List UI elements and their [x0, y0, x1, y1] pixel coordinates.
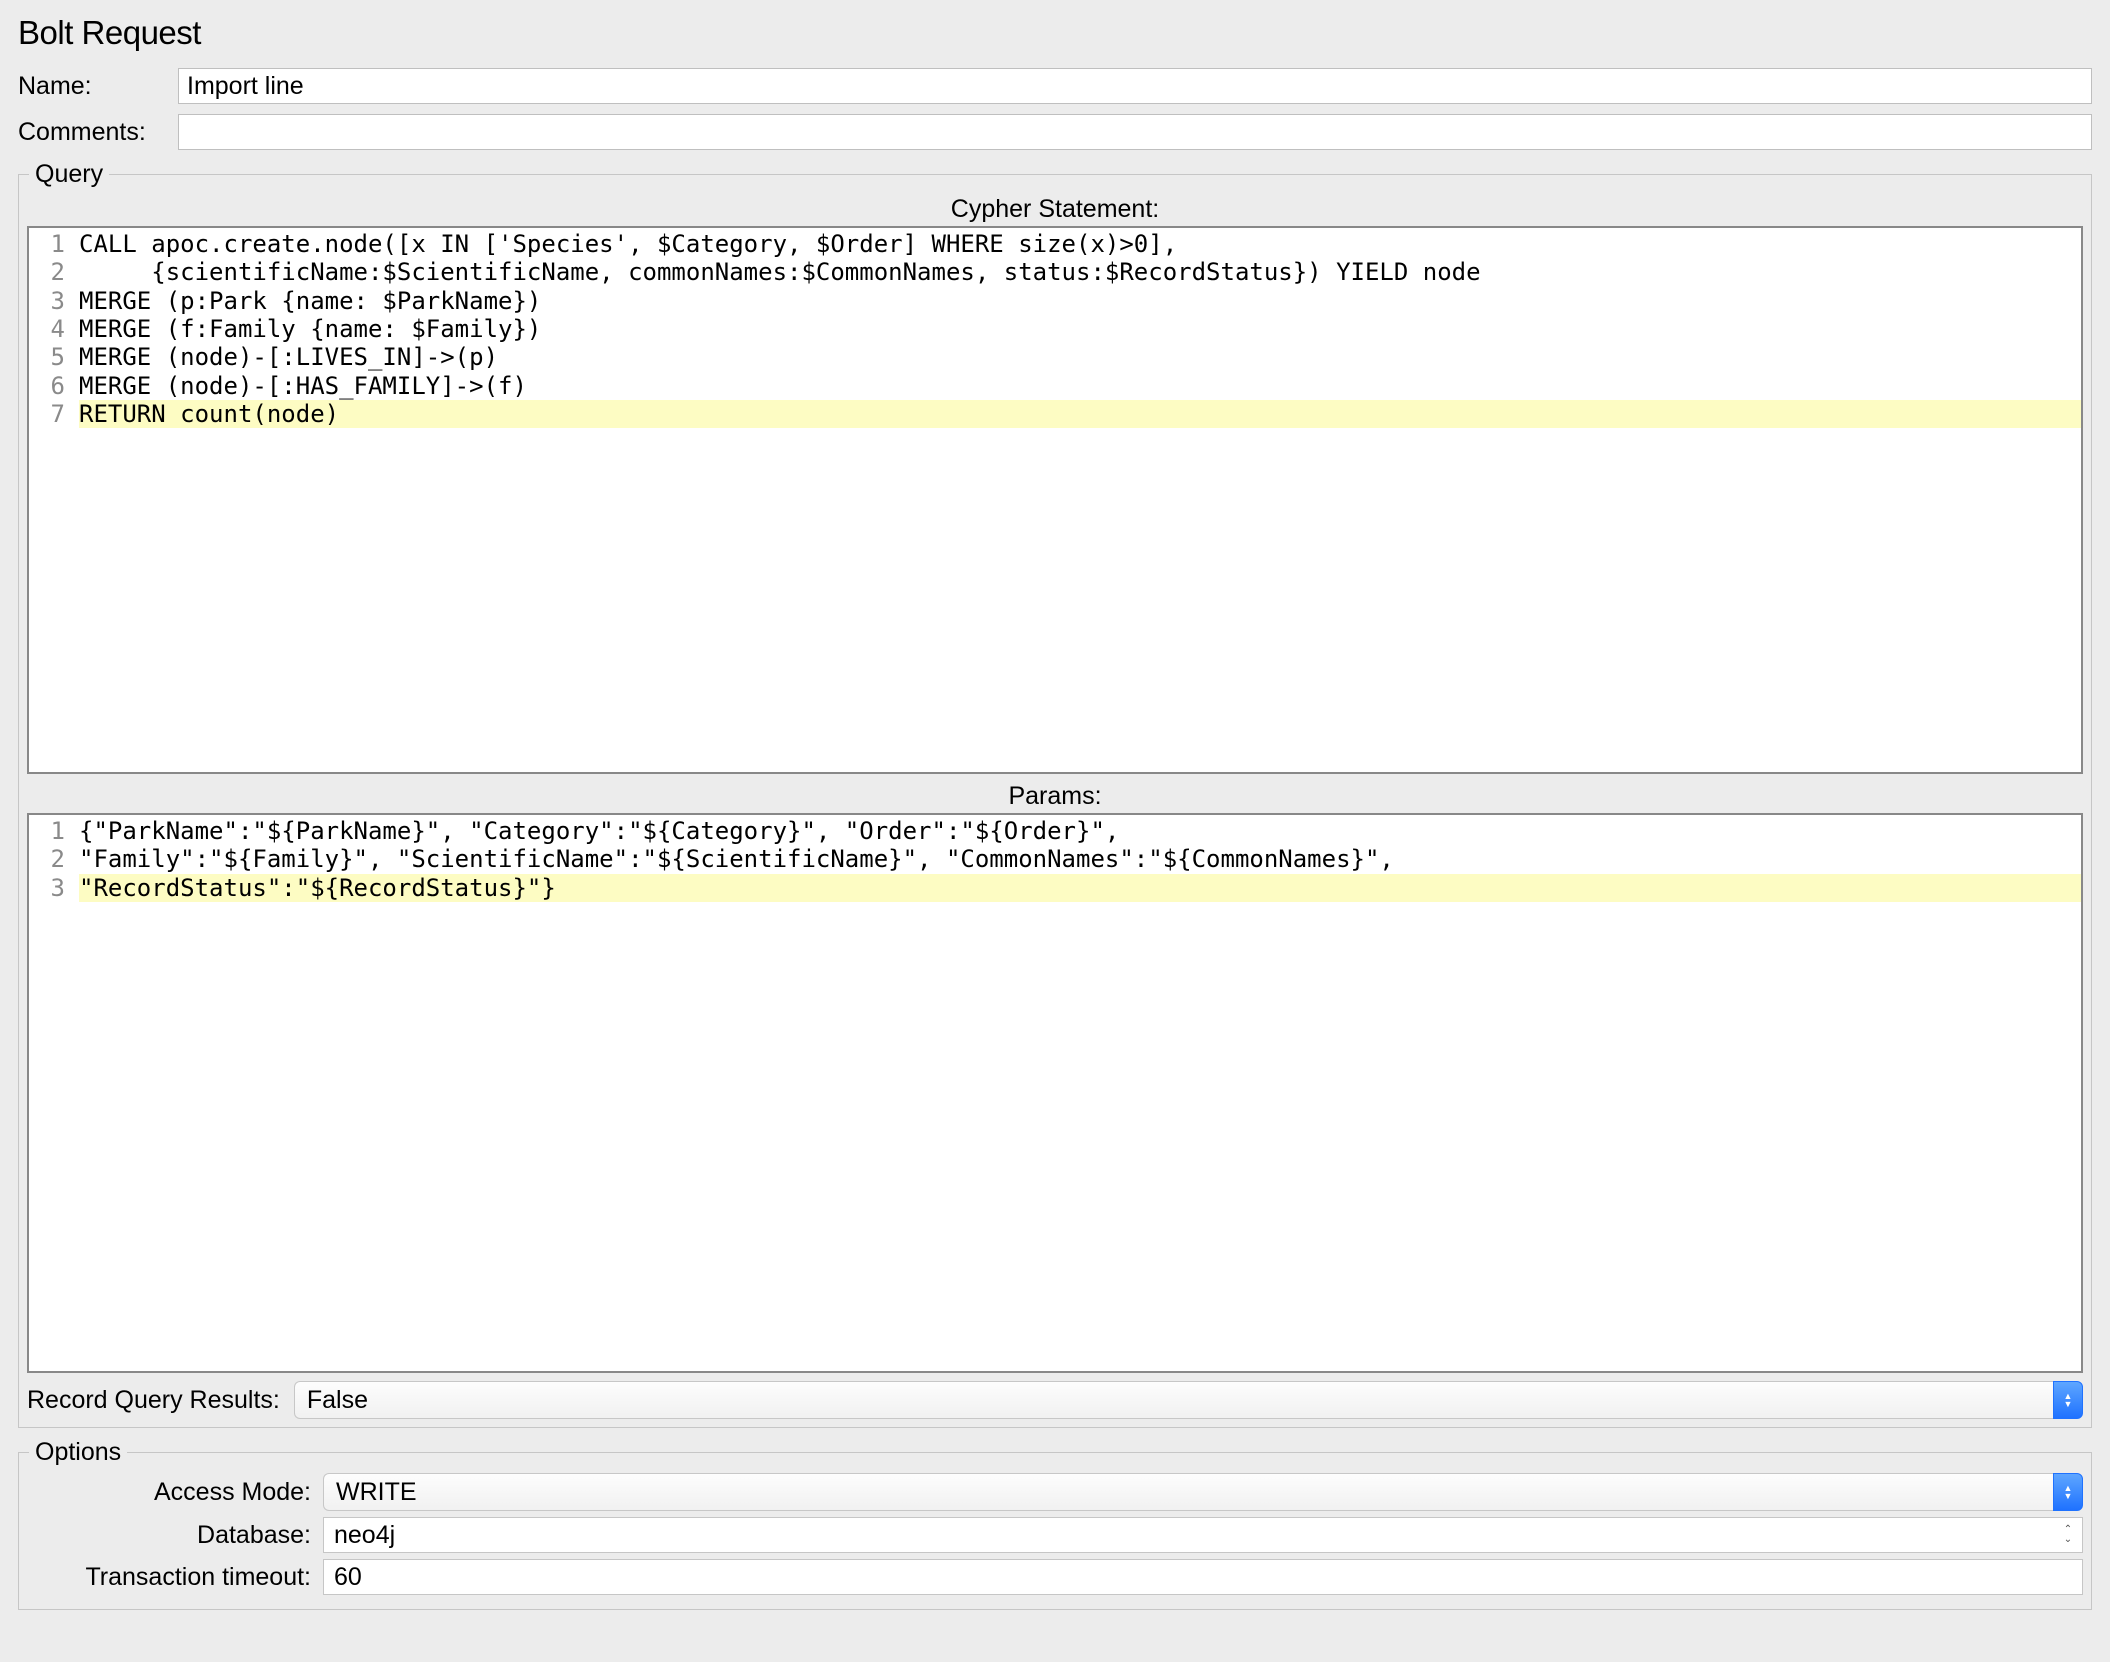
database-label: Database: — [27, 1521, 323, 1550]
line-content: {"ParkName":"${ParkName}", "Category":"$… — [79, 817, 2081, 845]
access-mode-value: WRITE — [323, 1473, 2053, 1511]
panel-title: Bolt Request — [18, 14, 2092, 52]
access-mode-row: Access Mode: WRITE — [27, 1473, 2083, 1511]
code-line: 1{"ParkName":"${ParkName}", "Category":"… — [29, 817, 2081, 845]
database-row: Database: ⌃⌄ — [27, 1517, 2083, 1553]
line-number: 4 — [29, 315, 79, 343]
code-line: 2 {scientificName:$ScientificName, commo… — [29, 258, 2081, 286]
line-number: 2 — [29, 258, 79, 286]
comments-row: Comments: — [18, 114, 2092, 150]
line-number: 3 — [29, 287, 79, 315]
line-number: 1 — [29, 817, 79, 845]
stepper-arrows-icon[interactable]: ⌃⌄ — [2057, 1519, 2079, 1551]
code-line: 1CALL apoc.create.node([x IN ['Species',… — [29, 230, 2081, 258]
dropdown-arrows-icon — [2053, 1473, 2083, 1511]
line-content: MERGE (node)-[:HAS_FAMILY]->(f) — [79, 372, 2081, 400]
line-content: MERGE (p:Park {name: $ParkName}) — [79, 287, 2081, 315]
database-input[interactable] — [323, 1517, 2083, 1553]
comments-label: Comments: — [18, 118, 178, 147]
line-number: 3 — [29, 874, 79, 902]
name-input[interactable] — [178, 68, 2092, 104]
line-content: MERGE (node)-[:LIVES_IN]->(p) — [79, 343, 2081, 371]
line-content: "RecordStatus":"${RecordStatus}"} — [79, 874, 2081, 902]
options-group: Options Access Mode: WRITE Database: ⌃⌄ … — [18, 1438, 2092, 1610]
code-line: 3"RecordStatus":"${RecordStatus}"} — [29, 874, 2081, 902]
line-content: MERGE (f:Family {name: $Family}) — [79, 315, 2081, 343]
record-results-select[interactable]: False — [294, 1381, 2083, 1419]
access-mode-label: Access Mode: — [27, 1478, 323, 1507]
code-line: 6MERGE (node)-[:HAS_FAMILY]->(f) — [29, 372, 2081, 400]
params-header: Params: — [27, 776, 2083, 813]
panel-root: Bolt Request Name: Comments: Query Cyphe… — [0, 0, 2110, 1620]
code-line: 3MERGE (p:Park {name: $ParkName}) — [29, 287, 2081, 315]
query-group: Query Cypher Statement: 1CALL apoc.creat… — [18, 160, 2092, 1428]
line-number: 6 — [29, 372, 79, 400]
query-legend: Query — [29, 160, 109, 189]
dropdown-arrows-icon — [2053, 1381, 2083, 1419]
code-line: 4MERGE (f:Family {name: $Family}) — [29, 315, 2081, 343]
code-line: 5MERGE (node)-[:LIVES_IN]->(p) — [29, 343, 2081, 371]
transaction-timeout-label: Transaction timeout: — [27, 1563, 323, 1592]
comments-input[interactable] — [178, 114, 2092, 150]
line-content: "Family":"${Family}", "ScientificName":"… — [79, 845, 2081, 873]
record-results-value: False — [294, 1381, 2053, 1419]
name-label: Name: — [18, 72, 178, 101]
database-field-wrap: ⌃⌄ — [323, 1517, 2083, 1553]
line-number: 1 — [29, 230, 79, 258]
params-editor[interactable]: 1{"ParkName":"${ParkName}", "Category":"… — [27, 813, 2083, 1373]
cypher-statement-editor[interactable]: 1CALL apoc.create.node([x IN ['Species',… — [27, 226, 2083, 774]
code-line: 7RETURN count(node) — [29, 400, 2081, 428]
record-results-label: Record Query Results: — [27, 1386, 294, 1415]
code-line: 2"Family":"${Family}", "ScientificName":… — [29, 845, 2081, 873]
name-row: Name: — [18, 68, 2092, 104]
line-number: 2 — [29, 845, 79, 873]
line-content: {scientificName:$ScientificName, commonN… — [79, 258, 2081, 286]
transaction-timeout-input[interactable] — [323, 1559, 2083, 1595]
cypher-header: Cypher Statement: — [27, 189, 2083, 226]
line-number: 7 — [29, 400, 79, 428]
options-legend: Options — [29, 1438, 127, 1467]
record-results-row: Record Query Results: False — [27, 1381, 2083, 1419]
access-mode-select[interactable]: WRITE — [323, 1473, 2083, 1511]
line-number: 5 — [29, 343, 79, 371]
transaction-timeout-row: Transaction timeout: — [27, 1559, 2083, 1595]
line-content: CALL apoc.create.node([x IN ['Species', … — [79, 230, 2081, 258]
line-content: RETURN count(node) — [79, 400, 2081, 428]
